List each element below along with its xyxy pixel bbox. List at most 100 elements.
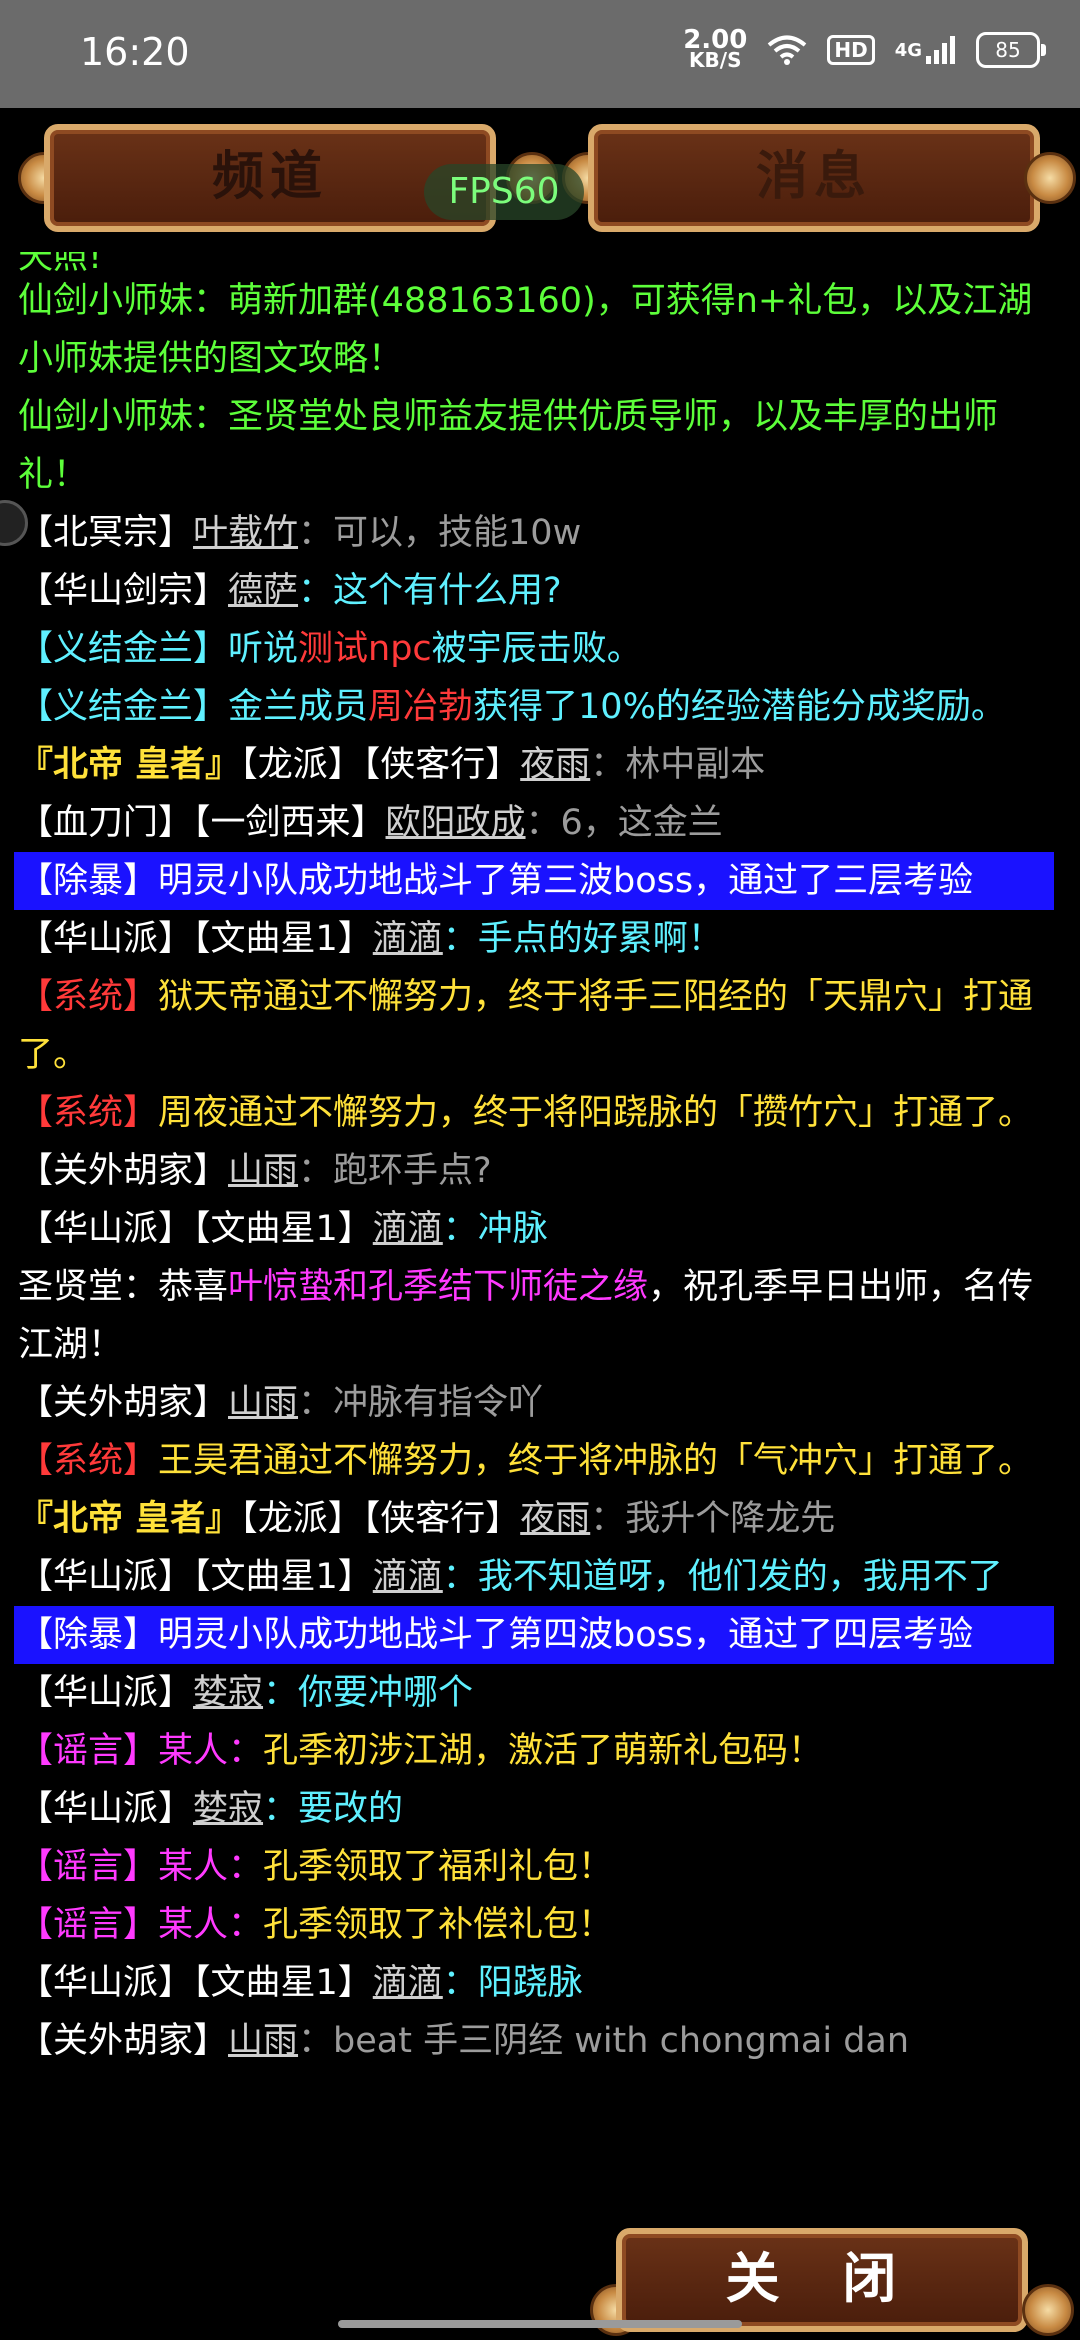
close-ornament-right-icon: [1022, 2284, 1074, 2336]
status-time: 16:20: [80, 30, 190, 74]
tab-message[interactable]: 消息: [588, 124, 1040, 232]
chat-message: 【关外胡家】山雨：跑环手点?: [14, 1142, 1054, 1200]
chat-text: ：你要冲哪个: [263, 1673, 474, 1713]
player-name-link[interactable]: 婪寂: [193, 1789, 263, 1829]
chat-channel-rumor: 【谣言】某人：: [18, 1905, 264, 1945]
chat-text: ：我不知道呀，他们发的，我用不了: [442, 1557, 1003, 1597]
chat-message: 仙剑小师妹：萌新加群(488163160)，可获得n+礼包，以及江湖小师妹提供的…: [14, 272, 1054, 388]
player-name-link[interactable]: 滴滴: [373, 919, 443, 959]
chat-text: ：6，这金兰: [525, 803, 723, 843]
chat-message: 【关外胡家】山雨：beat 手三阴经 with chongmai dan: [14, 2012, 1054, 2070]
player-name-link[interactable]: 欧阳政成: [386, 803, 526, 843]
battery-icon: 85: [976, 32, 1046, 68]
chat-channel: 【北冥宗】: [18, 513, 194, 553]
home-indicator[interactable]: [338, 2320, 742, 2328]
chat-text: ：我升个降龙先: [590, 1499, 836, 1539]
chat-channel: 【华山剑宗】: [18, 571, 229, 611]
player-name-link[interactable]: 山雨: [228, 1383, 298, 1423]
player-name-link[interactable]: 婪寂: [193, 1673, 263, 1713]
network-speed: 2.00 KB/S: [683, 25, 748, 70]
chat-highlight: 周冶勃: [368, 687, 474, 727]
chat-text: 周夜通过不懈努力，终于将阳跷脉的「攒竹穴」打通了。: [158, 1093, 1034, 1133]
chat-message: 【谣言】某人：孔季领取了福利礼包！: [14, 1838, 1054, 1896]
chat-message: 【义结金兰】听说测试npc被宇辰击败。: [14, 620, 1054, 678]
chat-message: 『北帝 皇者』【龙派】【侠客行】夜雨：我升个降龙先: [14, 1490, 1054, 1548]
chat-text: ：这个有什么用?: [298, 571, 562, 611]
chat-message: 【系统】狱天帝通过不懈努力，终于将手三阳经的「天鼎穴」打通了。: [14, 968, 1054, 1084]
player-name-link[interactable]: 山雨: [228, 2021, 298, 2061]
player-name-link[interactable]: 滴滴: [373, 1557, 443, 1597]
chat-message: 【谣言】某人：孔季领取了补偿礼包！: [14, 1896, 1054, 1954]
chat-text: 【除暴】明灵小队成功地战斗了第四波boss，通过了四层考验: [18, 1615, 974, 1655]
chat-channel: 【华山派】【文曲星1】: [18, 1963, 373, 2003]
chat-message: 【血刀门】【一剑西来】欧阳政成：6，这金兰: [14, 794, 1054, 852]
chat-text: 圣贤堂：恭喜: [18, 1267, 229, 1307]
chat-text: ：手点的好累啊！: [442, 919, 723, 959]
chat-channel-rumor: 【谣言】某人：: [18, 1847, 264, 1887]
game-screen: 频道 消息 FPS60 天照! 仙剑小师妹：萌新加群(488163160)，可获…: [0, 108, 1080, 2340]
chat-channel: 【华山派】【文曲星1】: [18, 1209, 373, 1249]
chat-message: 『北帝 皇者』【龙派】【侠客行】夜雨：林中副本: [14, 736, 1054, 794]
player-name-link[interactable]: 滴滴: [373, 1209, 443, 1249]
player-name-link[interactable]: 夜雨: [520, 745, 590, 785]
chat-message: 【系统】王昊君通过不懈努力，终于将冲脉的「气冲穴」打通了。: [14, 1432, 1054, 1490]
chat-message: 【华山剑宗】德萨：这个有什么用?: [14, 562, 1054, 620]
chat-text: 被宇辰: [431, 629, 537, 669]
chat-text: ：冲脉有指令吖: [298, 1383, 544, 1423]
chat-channel: 【血刀门】【一剑西来】: [18, 803, 386, 843]
chat-message: 【华山派】【文曲星1】滴滴：我不知道呀，他们发的，我用不了: [14, 1548, 1054, 1606]
chat-channel-system: 【系统】: [18, 1441, 159, 1481]
chat-message: 【系统】周夜通过不懈努力，终于将阳跷脉的「攒竹穴」打通了。: [14, 1084, 1054, 1142]
chat-message: 圣贤堂：恭喜叶惊蛰和孔季结下师徒之缘，祝孔季早日出师，名传江湖！: [14, 1258, 1054, 1374]
player-name-link[interactable]: 叶载竹: [193, 513, 298, 553]
chat-message: 【华山派】婪寂：要改的: [14, 1780, 1054, 1838]
chat-message: 仙剑小师妹：圣贤堂处良师益友提供优质导师，以及丰厚的出师礼！: [14, 388, 1054, 504]
chat-channel: 【龙派】【侠客行】: [240, 745, 521, 785]
chat-channel: 【华山派】【文曲星1】: [18, 919, 373, 959]
chat-channel-system: 【系统】: [18, 977, 159, 1017]
cellular-signal-icon: 4G: [895, 34, 956, 66]
chat-channel: 【华山派】: [18, 1673, 194, 1713]
chat-text: 击败。: [536, 629, 642, 669]
player-name-link[interactable]: 夜雨: [520, 1499, 590, 1539]
chat-message: 【华山派】【文曲星1】滴滴：冲脉: [14, 1200, 1054, 1258]
chat-title: 『北帝 皇者』: [18, 745, 241, 785]
network-speed-value: 2.00: [683, 25, 748, 55]
chat-text: 王昊君通过不懈努力，终于将冲脉的「气冲穴」打通了。: [158, 1441, 1034, 1481]
chat-highlight: 测试npc: [298, 629, 432, 669]
chat-text: 仙剑小师妹：萌新加群(488163160)，可获得n+礼包，以及江湖小师妹提供的…: [18, 281, 1033, 379]
chat-highlight: 叶惊蛰和孔季结下师徒之缘: [228, 1267, 649, 1307]
chat-text: 仙剑小师妹：圣贤堂处良师益友提供优质导师，以及丰厚的出师礼！: [18, 397, 999, 495]
status-bar: 16:20 2.00 KB/S HD 4G 85: [0, 0, 1080, 108]
tab-ornament-right-icon: [1024, 152, 1076, 204]
chat-channel: 【关外胡家】: [18, 1383, 229, 1423]
chat-text: 获得了10%的经验潜能分成奖励。: [473, 687, 1006, 727]
network-type: 4G: [894, 39, 922, 61]
chat-message: 【关外胡家】山雨：冲脉有指令吖: [14, 1374, 1054, 1432]
chat-text: 孔季领取了福利礼包！: [263, 1847, 614, 1887]
chat-message: 【华山派】【文曲星1】滴滴：手点的好累啊！: [14, 910, 1054, 968]
chat-channel-rumor: 【谣言】某人：: [18, 1731, 264, 1771]
chat-channel: 【华山派】: [18, 1789, 194, 1829]
chat-message: 【北冥宗】叶载竹：可以，技能10w: [14, 504, 1054, 562]
chat-text: 【义结金兰】金兰成员: [18, 687, 369, 727]
chat-text: ：阳跷脉: [442, 1963, 583, 2003]
chat-message: 【华山派】婪寂：你要冲哪个: [14, 1664, 1054, 1722]
chat-message-highlighted: 【除暴】明灵小队成功地战斗了第三波boss，通过了三层考验: [14, 852, 1054, 910]
chat-text: 【除暴】明灵小队成功地战斗了第三波boss，通过了三层考验: [18, 861, 974, 901]
chat-text: ：冲脉: [442, 1209, 548, 1249]
chat-log[interactable]: 天照! 仙剑小师妹：萌新加群(488163160)，可获得n+礼包，以及江湖小师…: [14, 252, 1054, 2070]
chat-message: 天照!: [14, 252, 1054, 272]
chat-message: 【义结金兰】金兰成员周冶勃获得了10%的经验潜能分成奖励。: [14, 678, 1054, 736]
chat-text: 孔季领取了补偿礼包！: [263, 1905, 614, 1945]
chat-message: 【华山派】【文曲星1】滴滴：阳跷脉: [14, 1954, 1054, 2012]
close-button[interactable]: 关 闭: [616, 2228, 1028, 2332]
player-name-link[interactable]: 德萨: [228, 571, 298, 611]
wifi-icon: [767, 34, 807, 66]
chat-text: 狱天帝通过不懈努力，终于将手三阳经的「天鼎穴」打通了。: [18, 977, 1034, 1075]
player-name-link[interactable]: 山雨: [228, 1151, 298, 1191]
chat-title: 『北帝 皇者』: [18, 1499, 241, 1539]
chat-text: ：beat 手三阴经 with chongmai dan: [298, 2021, 910, 2061]
hd-icon: HD: [827, 35, 875, 65]
player-name-link[interactable]: 滴滴: [373, 1963, 443, 2003]
